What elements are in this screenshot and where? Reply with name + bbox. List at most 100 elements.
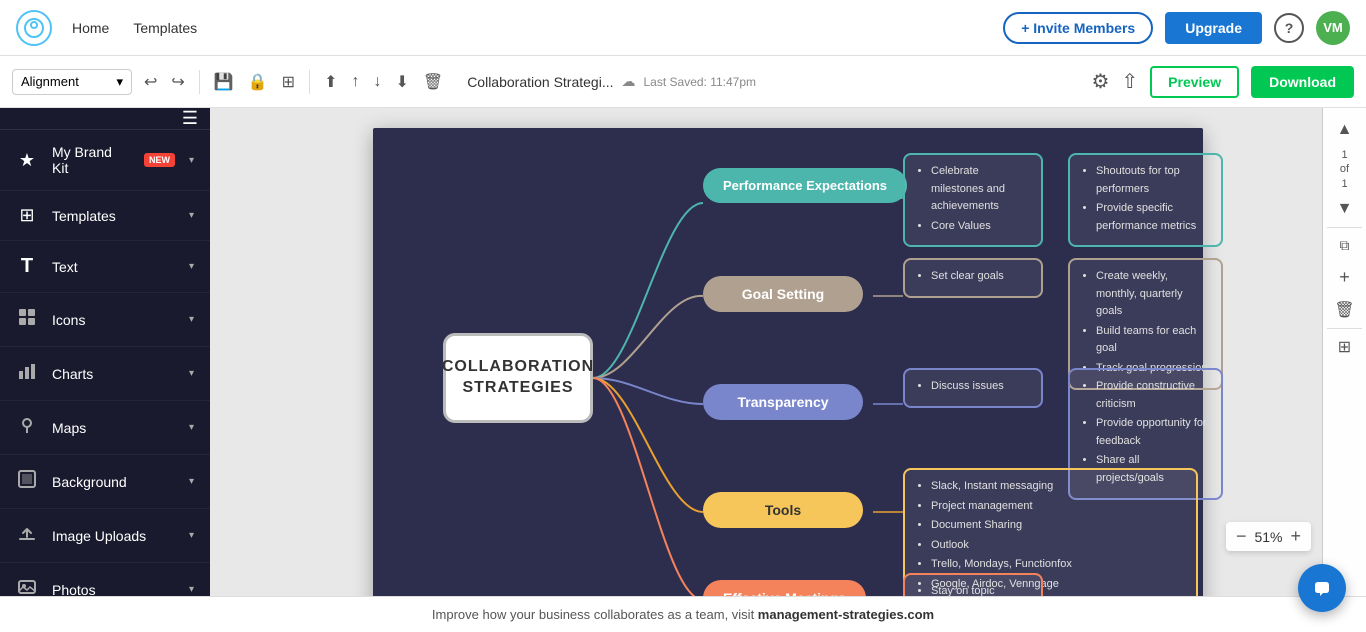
- canvas-scroll[interactable]: COLLABORATION STRATEGIES Performance Exp…: [210, 108, 1366, 596]
- sidebar-item-brand-kit[interactable]: ★ My Brand Kit NEW ▾: [0, 130, 210, 191]
- detail-trans1: Discuss issues: [903, 368, 1043, 408]
- sidebar-item-text[interactable]: T Text ▾: [0, 241, 210, 293]
- scroll-up-button[interactable]: ▲: [1331, 116, 1359, 144]
- branch-goal-setting[interactable]: Goal Setting: [703, 276, 863, 312]
- duplicate-page-button[interactable]: ⧉: [1331, 232, 1359, 260]
- alignment-dropdown[interactable]: Alignment ▾: [12, 69, 132, 95]
- doc-title: Collaboration Strategi...: [467, 74, 613, 90]
- detail-goal1: Set clear goals: [903, 258, 1043, 298]
- scroll-down-button[interactable]: ▼: [1331, 195, 1359, 223]
- sidebar-item-image-uploads[interactable]: Image Uploads ▾: [0, 509, 210, 563]
- icons-icon: [16, 307, 38, 332]
- charts-icon: [16, 361, 38, 386]
- send-backward-icon[interactable]: ↓: [369, 69, 385, 95]
- download-button[interactable]: Download: [1251, 66, 1354, 98]
- chevron-down-icon-4: ▾: [189, 314, 194, 325]
- chevron-down-icon-3: ▾: [189, 261, 194, 272]
- save-icon[interactable]: 💾: [210, 68, 238, 96]
- branch-goal-label: Goal Setting: [742, 286, 824, 302]
- toolbar-right-actions: ⚙ ⇧ Preview Download: [1091, 66, 1354, 98]
- delete-icon[interactable]: 🗑: [419, 68, 447, 96]
- branch-transparency[interactable]: Transparency: [703, 384, 863, 420]
- mindmap[interactable]: COLLABORATION STRATEGIES Performance Exp…: [393, 148, 1183, 596]
- page-number: 1of1: [1340, 148, 1349, 191]
- zoom-in-button[interactable]: +: [1290, 526, 1301, 547]
- undo-icon[interactable]: ↩: [140, 68, 161, 96]
- detail-perf1: Celebrate milestones and achievements Co…: [903, 153, 1043, 247]
- invite-members-button[interactable]: + Invite Members: [1003, 12, 1153, 44]
- chat-bubble-button[interactable]: [1298, 564, 1346, 612]
- share-icon[interactable]: ⇧: [1121, 69, 1138, 94]
- branch-tools-label: Tools: [765, 502, 801, 518]
- sidebar-item-icons-label: Icons: [52, 312, 175, 328]
- bottom-bar: Improve how your business collaborates a…: [0, 596, 1366, 632]
- bring-front-icon[interactable]: ⬆: [320, 68, 341, 96]
- background-icon: [16, 469, 38, 494]
- center-node[interactable]: COLLABORATION STRATEGIES: [443, 333, 593, 423]
- branch-transparency-label: Transparency: [737, 394, 828, 410]
- sidebar-item-image-uploads-label: Image Uploads: [52, 528, 175, 544]
- alignment-label: Alignment: [21, 74, 79, 89]
- nav-templates[interactable]: Templates: [133, 20, 197, 36]
- settings-icon[interactable]: ⚙: [1091, 69, 1109, 94]
- text-icon: T: [16, 255, 38, 278]
- image-uploads-icon: [16, 523, 38, 548]
- lock-icon[interactable]: 🔒: [244, 68, 272, 96]
- separator-2: [309, 70, 310, 94]
- redo-icon[interactable]: ↪: [167, 68, 188, 96]
- delete-page-button[interactable]: 🗑: [1331, 296, 1359, 324]
- chevron-down-icon-5: ▾: [189, 368, 194, 379]
- add-page-button[interactable]: +: [1331, 264, 1359, 292]
- sidebar-item-templates[interactable]: ⊞ Templates ▾: [0, 191, 210, 241]
- grid-view-button[interactable]: ⊞: [1331, 333, 1359, 361]
- chevron-down-icon-2: ▾: [189, 210, 194, 221]
- copy-icon[interactable]: ⊞: [278, 68, 299, 96]
- chevron-down-icon: ▾: [189, 155, 194, 166]
- zoom-out-button[interactable]: −: [1236, 526, 1247, 547]
- editor-toolbar: Alignment ▾ ↩ ↪ 💾 🔒 ⊞ ⬆ ↑ ↓ ⬇ 🗑 Collabor…: [0, 56, 1366, 108]
- bottom-text: Improve how your business collaborates a…: [432, 607, 758, 622]
- hamburger-menu-icon[interactable]: ☰: [182, 108, 198, 129]
- left-sidebar: ☰ ★ My Brand Kit NEW ▾ ⊞ Templates ▾ T T…: [0, 108, 210, 596]
- sidebar-header: ☰: [0, 108, 210, 130]
- sidebar-item-charts[interactable]: Charts ▾: [0, 347, 210, 401]
- panel-separator-1: [1327, 227, 1361, 228]
- sidebar-item-maps[interactable]: Maps ▾: [0, 401, 210, 455]
- chevron-down-icon-8: ▾: [189, 530, 194, 541]
- cloud-save-icon: ☁: [622, 73, 636, 90]
- maps-icon: [16, 415, 38, 440]
- branch-tools[interactable]: Tools: [703, 492, 863, 528]
- branch-performance[interactable]: Performance Expectations: [703, 168, 907, 203]
- sidebar-item-brand-kit-label: My Brand Kit: [52, 144, 126, 176]
- send-back-icon[interactable]: ⬇: [391, 68, 412, 96]
- sidebar-item-text-label: Text: [52, 259, 175, 275]
- bottom-link[interactable]: management-strategies.com: [758, 607, 934, 622]
- detail-perf2: Shoutouts for top performers Provide spe…: [1068, 153, 1223, 247]
- sidebar-item-photos[interactable]: Photos ▾: [0, 563, 210, 596]
- separator-1: [199, 70, 200, 94]
- branch-performance-label: Performance Expectations: [723, 178, 887, 193]
- sidebar-item-icons[interactable]: Icons ▾: [0, 293, 210, 347]
- help-button[interactable]: ?: [1274, 13, 1304, 43]
- nav-links: Home Templates: [72, 20, 983, 36]
- sidebar-item-charts-label: Charts: [52, 366, 175, 382]
- main-content: ☰ ★ My Brand Kit NEW ▾ ⊞ Templates ▾ T T…: [0, 108, 1366, 596]
- sidebar-item-background[interactable]: Background ▾: [0, 455, 210, 509]
- branch-effective-meetings[interactable]: Effective Meetings: [703, 580, 866, 596]
- preview-button[interactable]: Preview: [1150, 66, 1239, 98]
- upgrade-button[interactable]: Upgrade: [1165, 12, 1262, 44]
- panel-separator-2: [1327, 328, 1361, 329]
- document-info: Collaboration Strategi... ☁ Last Saved: …: [467, 73, 756, 90]
- canvas-area[interactable]: COLLABORATION STRATEGIES Performance Exp…: [210, 108, 1366, 596]
- nav-right-area: + Invite Members Upgrade ? VM: [1003, 11, 1350, 45]
- branch-meeting-label: Effective Meetings: [723, 590, 846, 596]
- sidebar-item-photos-label: Photos: [52, 582, 175, 597]
- user-avatar[interactable]: VM: [1316, 11, 1350, 45]
- app-logo[interactable]: [16, 10, 52, 46]
- bring-forward-icon[interactable]: ↑: [347, 69, 363, 95]
- nav-home[interactable]: Home: [72, 20, 109, 36]
- canvas-page[interactable]: COLLABORATION STRATEGIES Performance Exp…: [373, 128, 1203, 596]
- new-badge: NEW: [144, 153, 175, 167]
- sidebar-item-background-label: Background: [52, 474, 175, 490]
- templates-icon: ⊞: [16, 205, 38, 226]
